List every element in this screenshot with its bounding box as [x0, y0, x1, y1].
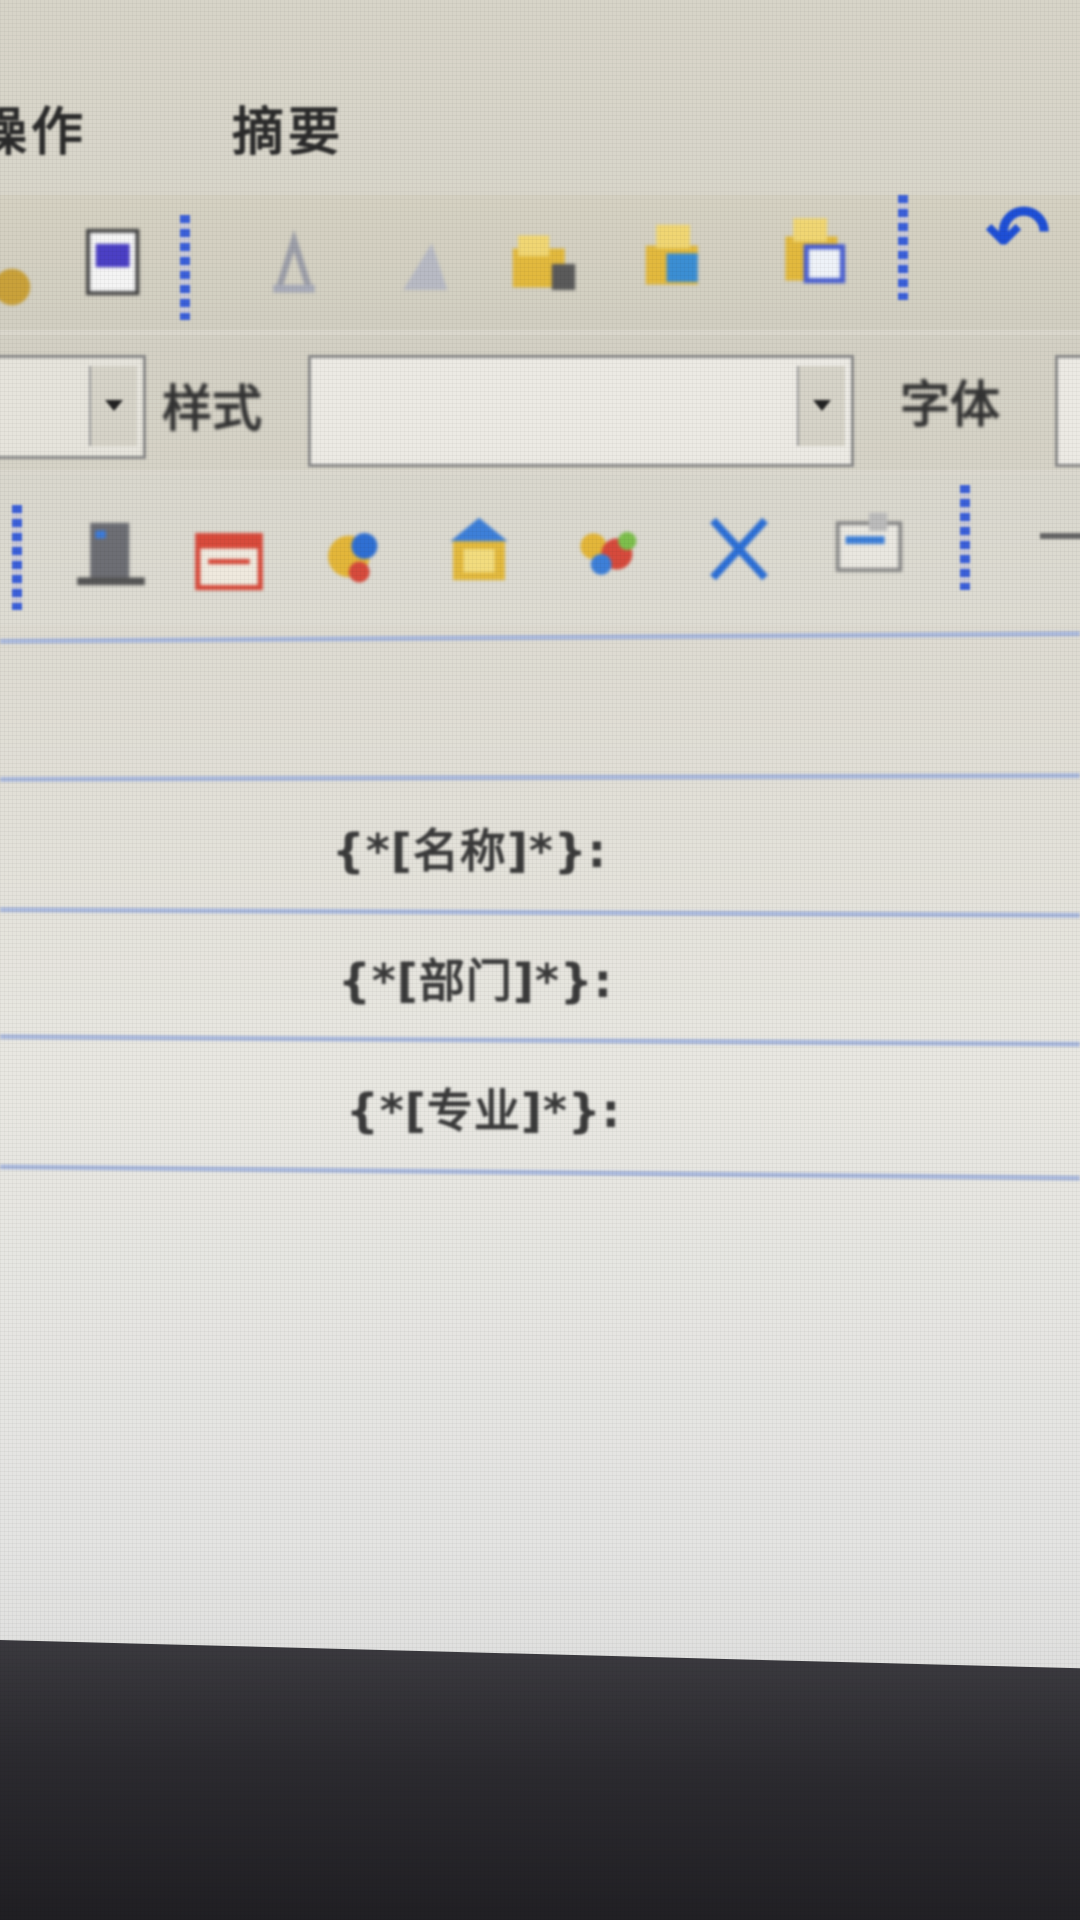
- table-border: [0, 907, 1080, 918]
- table-properties-icon[interactable]: [775, 213, 853, 291]
- chevron-down-icon[interactable]: [89, 366, 137, 446]
- menu-item-operation[interactable]: 操作: [0, 90, 87, 165]
- document-icon[interactable]: [75, 223, 153, 301]
- italic-disabled-icon[interactable]: [385, 225, 463, 303]
- bold-disabled-icon[interactable]: [255, 225, 333, 303]
- font-label: 字体: [900, 376, 1000, 434]
- insert-object-icon[interactable]: [440, 510, 518, 588]
- insert-toolbar: [0, 475, 1080, 625]
- toolbar-separator: [180, 215, 190, 320]
- style-select[interactable]: [308, 355, 854, 467]
- field-label-department: {*[部门]*}:: [338, 954, 614, 1008]
- toolbar-overflow[interactable]: [1040, 533, 1080, 539]
- calendar-icon[interactable]: [190, 520, 268, 598]
- table-border: [0, 1034, 1080, 1047]
- chevron-down-icon[interactable]: [797, 366, 845, 446]
- toolbar-separator: [12, 505, 22, 610]
- insert-chart-icon[interactable]: [570, 515, 648, 593]
- table-format-icon[interactable]: [638, 217, 716, 295]
- editor-window: 操作 摘要 ↶ 样式 字体 {*[名称]*}: {*[部门]*}: {*[专业]…: [0, 0, 1080, 1920]
- menu-bar: 操作 摘要: [0, 40, 1080, 190]
- table-border: [0, 1164, 1080, 1181]
- toolbar-separator: [898, 195, 908, 300]
- font-select[interactable]: [1055, 355, 1080, 467]
- paragraph-combo[interactable]: [0, 355, 146, 459]
- form-field-icon[interactable]: [830, 505, 908, 583]
- table-insert-icon[interactable]: [505, 225, 583, 303]
- format-toolbar: 样式 字体: [0, 335, 1080, 470]
- cut-icon[interactable]: [700, 510, 778, 588]
- menu-item-summary[interactable]: 摘要: [232, 90, 344, 165]
- field-label-name: {*[名称]*}:: [332, 824, 608, 878]
- undo-icon[interactable]: ↶: [985, 189, 1050, 279]
- standard-toolbar: ↶: [0, 189, 1080, 330]
- toolbar-separator: [960, 485, 970, 590]
- table-border: [0, 773, 1080, 782]
- page-settings-icon[interactable]: [72, 515, 150, 593]
- insert-image-icon[interactable]: [315, 520, 393, 598]
- table-border: [0, 631, 1080, 644]
- document-area[interactable]: {*[名称]*}: {*[部门]*}: {*[专业]*}:: [0, 625, 1080, 1655]
- monitor-bezel: [0, 1640, 1080, 1920]
- style-label: 样式: [162, 380, 262, 438]
- field-label-major: {*[专业]*}:: [346, 1084, 622, 1138]
- partial-icon[interactable]: [0, 235, 38, 313]
